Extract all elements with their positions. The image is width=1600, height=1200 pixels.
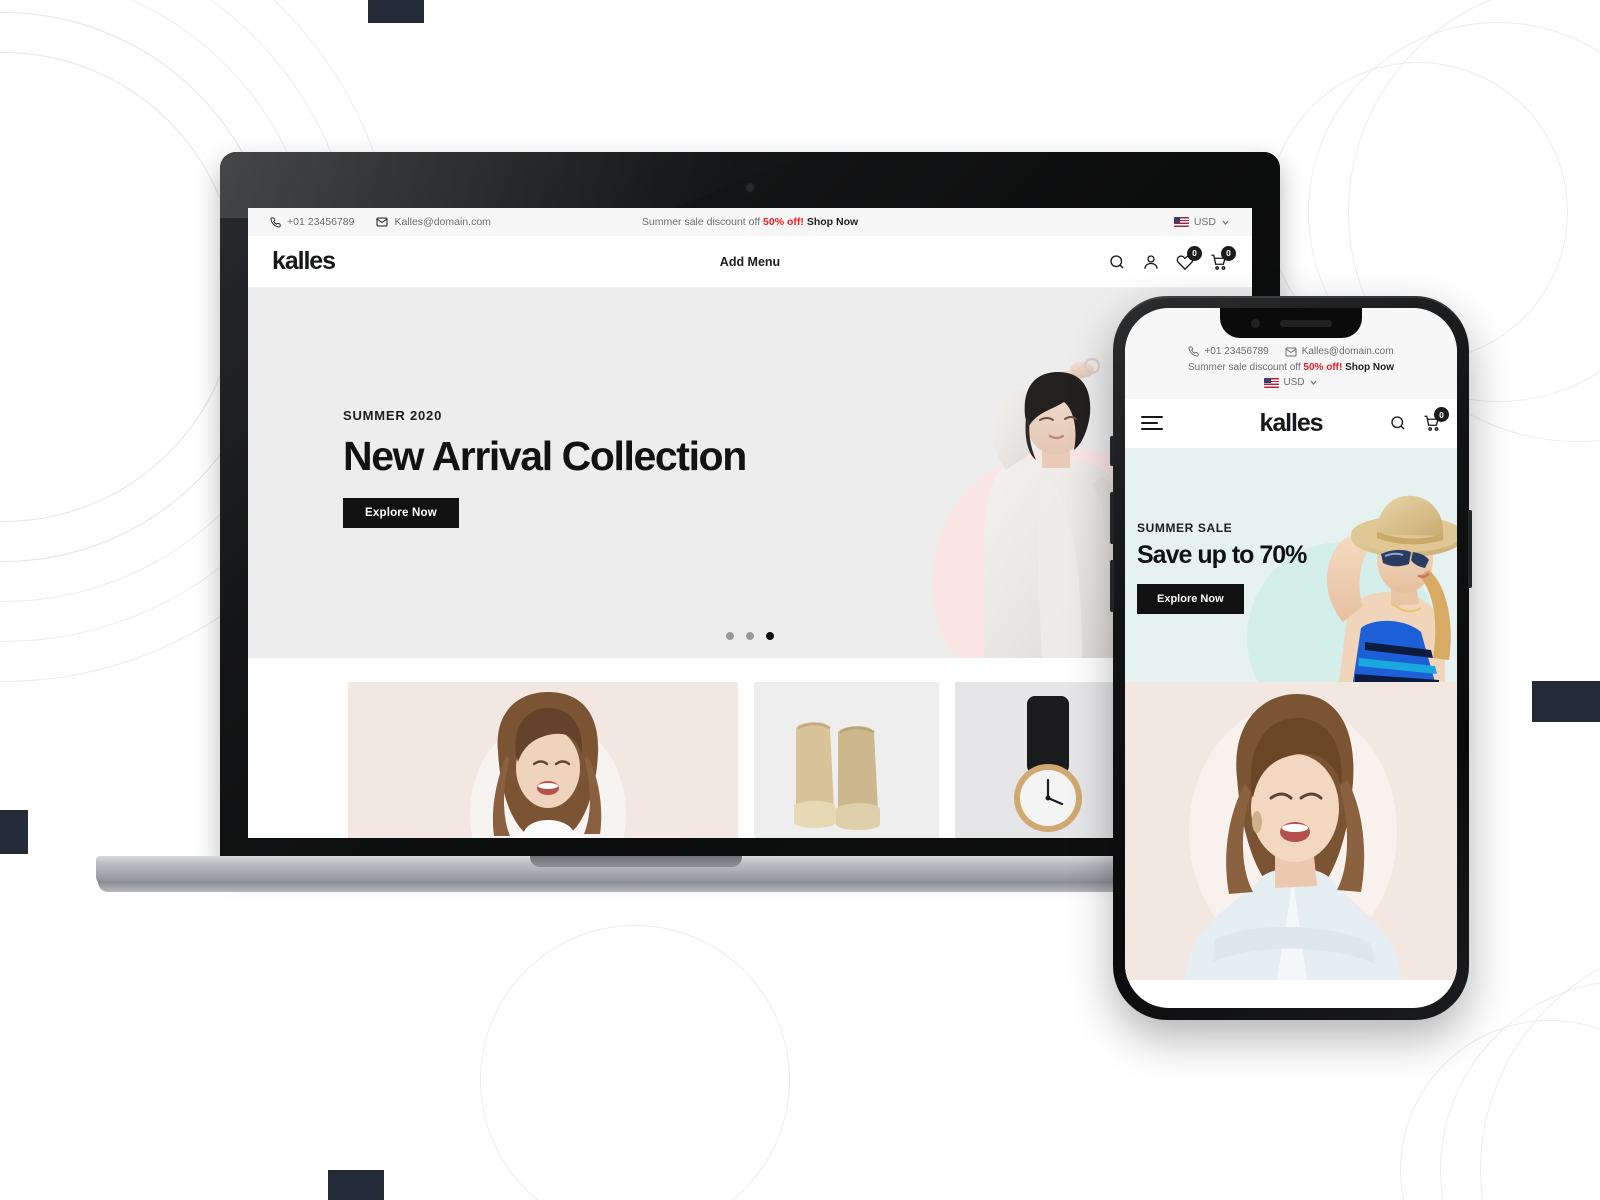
phone-icon: [270, 216, 281, 227]
mobile-currency-label: USD: [1283, 377, 1305, 388]
chevron-down-icon: [1222, 220, 1229, 225]
topbar-email[interactable]: Kalles@domain.com: [376, 216, 491, 228]
search-icon: [1391, 416, 1405, 430]
mobile-announcement-discount: 50% off: [1303, 361, 1339, 373]
cart-button[interactable]: 0: [1210, 245, 1236, 271]
deco-ring: [480, 925, 790, 1200]
mobile-viewport: +01 23456789 Kalles@domain.com Summer sa…: [1125, 308, 1457, 1008]
slider-dot-1[interactable]: [726, 632, 734, 640]
nav-add-menu[interactable]: Add Menu: [720, 255, 780, 269]
cart-count-badge: 0: [1221, 245, 1236, 261]
mobile-announcement-bang: !: [1338, 361, 1343, 373]
deco-ring: [1480, 940, 1600, 1200]
hero-title: New Arrival Collection: [343, 433, 747, 479]
suede-boots-image: [754, 682, 939, 838]
topbar-phone-text: +01 23456789: [287, 216, 355, 228]
chevron-down-icon: [1310, 380, 1317, 386]
phone-notch: [1220, 308, 1362, 338]
hero-explore-now-button[interactable]: Explore Now: [343, 498, 459, 528]
phone-volume-up-button[interactable]: [1110, 492, 1114, 544]
desktop-viewport: +01 23456789 Kalles@domain.com Summer sa…: [248, 208, 1252, 838]
mail-icon: [1285, 347, 1297, 357]
topbar-announcement: Summer sale discount off 50% off! Shop N…: [642, 216, 858, 228]
wishlist-button[interactable]: 0: [1176, 245, 1202, 271]
account-button[interactable]: [1142, 253, 1160, 271]
hero-copy: SUMMER 2020 New Arrival Collection Explo…: [343, 408, 747, 528]
mobile-announcement-prefix: Summer sale discount off: [1187, 361, 1301, 373]
product-grid: [248, 658, 1252, 838]
desktop-hero-slider: SUMMER 2020 New Arrival Collection Explo…: [248, 288, 1252, 658]
search-button[interactable]: [1108, 253, 1126, 271]
currency-label: USD: [1193, 216, 1216, 228]
brand-logo[interactable]: kalles: [272, 247, 336, 276]
mobile-currency-selector[interactable]: USD: [1135, 375, 1447, 391]
announcement-discount: 50% off: [763, 216, 801, 228]
us-flag-icon: [1264, 377, 1280, 388]
mobile-hero-eyebrow: SUMMER SALE: [1137, 520, 1233, 535]
woman-portrait-image: [348, 682, 738, 838]
woman-denim-portrait-image: [1125, 681, 1457, 980]
mobile-feature-photo[interactable]: [1125, 681, 1457, 980]
product-card-woman-portrait[interactable]: [348, 682, 738, 838]
user-icon: [1144, 254, 1158, 269]
mobile-cart-button[interactable]: 0: [1423, 407, 1449, 432]
phone-device: +01 23456789 Kalles@domain.com Summer sa…: [1110, 296, 1472, 1020]
slider-dot-2[interactable]: [746, 632, 754, 640]
phone-power-button[interactable]: [1468, 510, 1472, 588]
us-flag-icon: [1173, 217, 1189, 227]
phone-mute-switch[interactable]: [1110, 436, 1114, 466]
mobile-topbar-email-text: Kalles@domain.com: [1301, 346, 1394, 357]
laptop-base-edge: [98, 882, 1174, 892]
mockup-scene: +01 23456789 Kalles@domain.com Summer sa…: [0, 0, 1600, 1200]
mobile-header: kalles 0: [1125, 398, 1457, 449]
search-icon: [1110, 254, 1124, 268]
deco-square: [1532, 681, 1600, 722]
hero-slider-dots[interactable]: [726, 632, 774, 640]
mobile-announcement: Summer sale discount off 50% off! Shop N…: [1135, 360, 1447, 376]
mobile-cart-count-badge: 0: [1434, 407, 1449, 422]
mobile-topbar-phone[interactable]: +01 23456789: [1188, 344, 1269, 360]
deco-square: [368, 0, 424, 23]
mobile-search-button[interactable]: [1389, 414, 1407, 432]
front-camera-icon: [1250, 318, 1260, 328]
mobile-topbar-email[interactable]: Kalles@domain.com: [1285, 344, 1394, 360]
phone-frame: +01 23456789 Kalles@domain.com Summer sa…: [1110, 296, 1472, 1020]
desktop-topbar: +01 23456789 Kalles@domain.com Summer sa…: [248, 208, 1252, 236]
mobile-topbar-phone-text: +01 23456789: [1204, 346, 1269, 357]
laptop-webcam-icon: [744, 182, 756, 193]
hamburger-menu-button[interactable]: [1141, 416, 1163, 430]
currency-selector[interactable]: USD: [1173, 216, 1230, 228]
topbar-phone[interactable]: +01 23456789: [270, 216, 354, 228]
earpiece-speaker-icon: [1279, 319, 1332, 327]
phone-volume-down-button[interactable]: [1110, 560, 1114, 612]
mobile-shop-now-link[interactable]: Shop Now: [1345, 362, 1394, 373]
phone-icon: [1188, 346, 1199, 357]
deco-ring: [1400, 1020, 1600, 1200]
product-card-suede-boots[interactable]: [754, 682, 939, 838]
wishlist-count-badge: 0: [1187, 245, 1202, 261]
announcement-shop-now-link[interactable]: Shop Now: [807, 216, 858, 228]
mobile-explore-now-button[interactable]: Explore Now: [1137, 583, 1244, 614]
mail-icon: [376, 217, 388, 227]
hero-eyebrow: SUMMER 2020: [343, 408, 443, 423]
slider-dot-3[interactable]: [766, 632, 774, 640]
announcement-prefix: Summer sale discount off: [641, 216, 761, 228]
topbar-email-text: Kalles@domain.com: [394, 216, 491, 228]
deco-square: [0, 810, 28, 854]
deco-square: [328, 1170, 384, 1200]
laptop-device: +01 23456789 Kalles@domain.com Summer sa…: [96, 152, 1280, 922]
mobile-hero-copy: SUMMER SALE Save up to 70% Explore Now: [1137, 520, 1307, 614]
mobile-hero-banner: SUMMER SALE Save up to 70% Explore Now: [1125, 448, 1457, 682]
mobile-hero-title: Save up to 70%: [1137, 540, 1307, 569]
mobile-brand-logo[interactable]: kalles: [1260, 409, 1324, 438]
desktop-header: kalles Add Menu 0 0: [248, 236, 1252, 288]
announcement-bang: !: [800, 216, 804, 228]
